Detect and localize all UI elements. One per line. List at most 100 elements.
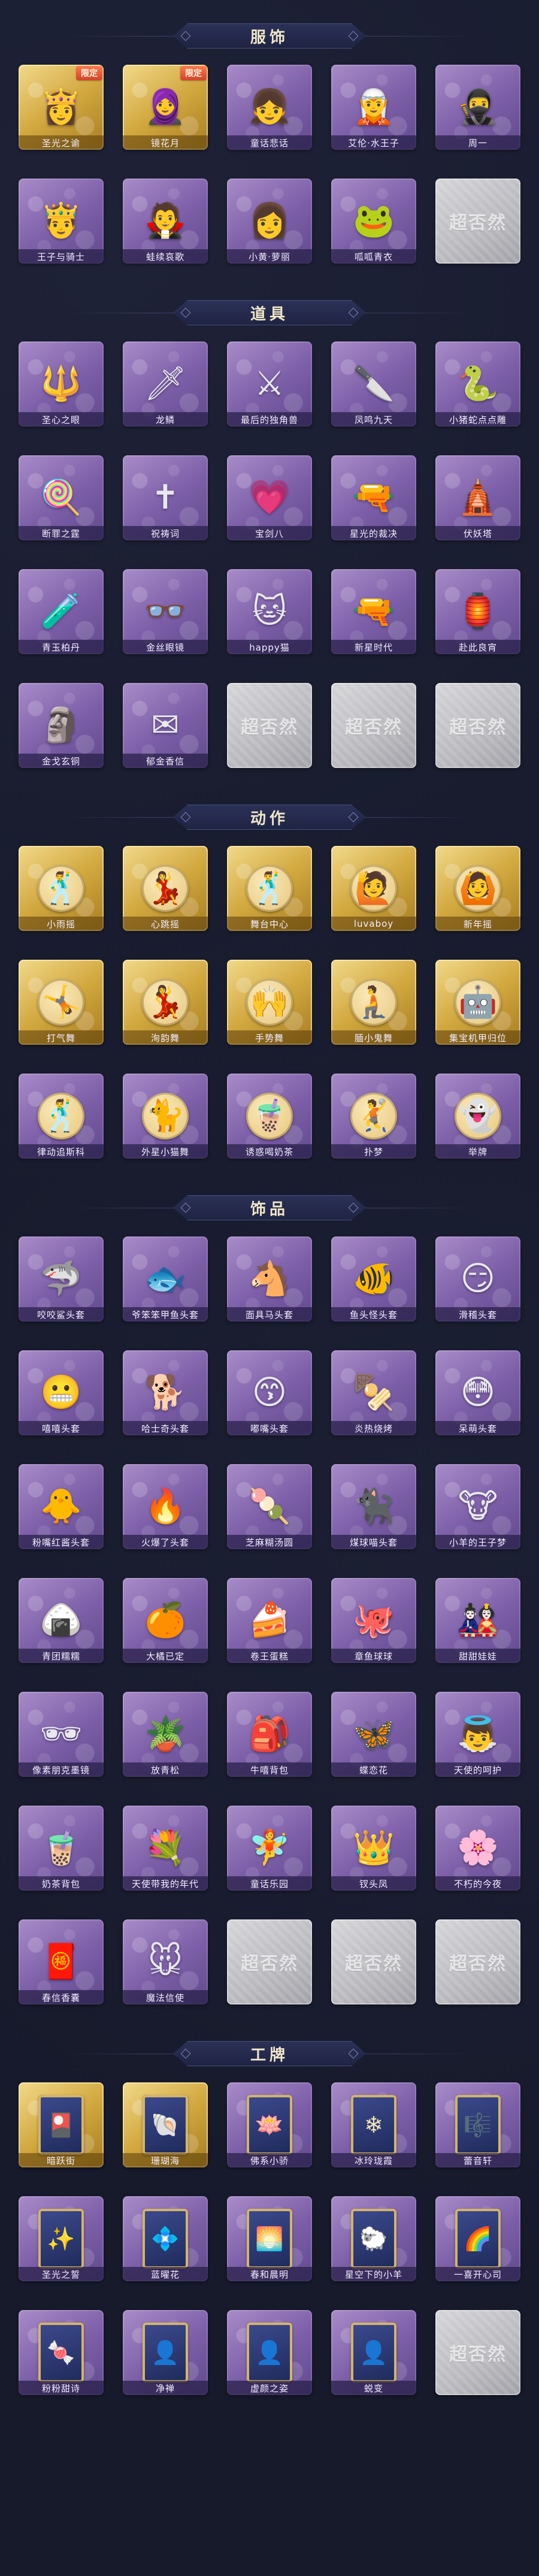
item-card[interactable]: 🐈‍⬛ 煤球喵头套 [331, 1464, 416, 1549]
item-card[interactable]: 🤸 打气舞 [19, 960, 104, 1045]
collection-item[interactable]: ⚔ 最后的独角兽 [227, 341, 312, 443]
item-card[interactable]: 💃 洵韵舞 [123, 960, 208, 1045]
item-card[interactable]: 🔫 新星时代 [331, 569, 416, 654]
item-card[interactable]: 🐱 happy猫 [227, 569, 312, 654]
collection-item[interactable]: 😏 滑稽头套 [435, 1236, 520, 1338]
item-card[interactable]: 👤 净禅 [123, 2310, 208, 2395]
collection-item[interactable]: 🐥 粉嘴红酱头套 [19, 1464, 104, 1566]
item-card[interactable]: 💃 心跳摇 [123, 846, 208, 931]
collection-item[interactable]: 👼 天使的呵护 [435, 1692, 520, 1794]
collection-item[interactable]: 🍙 青团糯糯 [19, 1578, 104, 1680]
item-card[interactable]: 🧎 腼小鬼舞 [331, 960, 416, 1045]
item-card[interactable]: 🕶 像素朋克墨镜 [19, 1692, 104, 1777]
item-card[interactable]: 🧚 童话乐园 [227, 1806, 312, 1891]
item-card[interactable]: 😬 嘻嘻头套 [19, 1350, 104, 1435]
item-card[interactable]: ❄ 冰玲珑霞 [331, 2082, 416, 2167]
item-card[interactable]: 🎼 蕾音轩 [435, 2082, 520, 2167]
item-card[interactable]: 💐 天使带我的年代 [123, 1806, 208, 1891]
item-card[interactable]: 🕺 舞台中心 [227, 846, 312, 931]
collection-item[interactable]: 👸 限定 圣光之谕 [19, 65, 104, 167]
item-card[interactable]: 😙 嘟嘴头套 [227, 1350, 312, 1435]
item-card[interactable]: 🪴 放青松 [123, 1692, 208, 1777]
item-card[interactable]: 🍭 断罪之霆 [19, 455, 104, 540]
collection-item[interactable]: 🔫 星光的裁决 [331, 455, 416, 557]
item-card[interactable]: 🐚 珊瑚海 [123, 2082, 208, 2167]
item-card[interactable]: 🔥 火爆了头套 [123, 1464, 208, 1549]
collection-item[interactable]: 😳 呆萌头套 [435, 1350, 520, 1452]
item-card[interactable]: 👓 金丝眼镜 [123, 569, 208, 654]
collection-item[interactable]: 超否然 [227, 683, 312, 785]
collection-item[interactable]: 超否然 [435, 683, 520, 785]
item-card[interactable]: 🗿 金戈玄铜 [19, 683, 104, 768]
item-card[interactable]: 🍡 芝麻糊汤圆 [227, 1464, 312, 1549]
item-card[interactable]: 🧛 蛙续哀歌 [123, 179, 208, 264]
item-card[interactable]: 🏮 赴此良宵 [435, 569, 520, 654]
item-card[interactable]: 🍙 青团糯糯 [19, 1578, 104, 1663]
collection-item[interactable]: 🐈 外星小猫舞 [123, 1074, 208, 1175]
item-card[interactable]: 🐴 面具马头套 [227, 1236, 312, 1322]
collection-item[interactable]: 🤾 扑梦 [331, 1074, 416, 1175]
collection-item[interactable]: 🙌 手势舞 [227, 960, 312, 1062]
collection-item[interactable]: ✝ 祝祷词 [123, 455, 208, 557]
collection-item[interactable]: 🌸 不朽的今夜 [435, 1806, 520, 1907]
item-card[interactable]: 🐥 粉嘴红酱头套 [19, 1464, 104, 1549]
item-card[interactable]: 🧝 艾伦·水王子 [331, 65, 416, 150]
item-card[interactable]: 超否然 [435, 683, 520, 768]
collection-item[interactable]: 🛕 伏妖塔 [435, 455, 520, 557]
collection-item[interactable]: 超否然 [227, 1919, 312, 2021]
collection-item[interactable]: 🧋 奶茶背包 [19, 1806, 104, 1907]
item-card[interactable]: 超否然 [331, 683, 416, 768]
collection-item[interactable]: 👩 小黄·萝丽 [227, 179, 312, 280]
collection-item[interactable]: 🤸 打气舞 [19, 960, 104, 1062]
item-card[interactable]: 🎴 暗跃街 [19, 2082, 104, 2167]
collection-item[interactable]: 🐈‍⬛ 煤球喵头套 [331, 1464, 416, 1566]
item-card[interactable]: 超否然 [227, 1919, 312, 2004]
item-card[interactable]: 🔪 凤鸣九天 [331, 341, 416, 427]
collection-item[interactable]: 🐍 小猪蛇点点雕 [435, 341, 520, 443]
collection-item[interactable]: 🤖 集宝机甲归位 [435, 960, 520, 1062]
collection-item[interactable]: 🕺 小雨摇 [19, 846, 104, 948]
collection-item[interactable]: 🧕 限定 镜花月 [123, 65, 208, 167]
item-card[interactable]: 🍬 粉粉甜诗 [19, 2310, 104, 2395]
collection-item[interactable]: 🍢 炎热烧烤 [331, 1350, 416, 1452]
item-card[interactable]: 🌅 春和晨明 [227, 2196, 312, 2281]
item-card[interactable]: 🧋 诱惑喝奶茶 [227, 1074, 312, 1159]
item-card[interactable]: 👑 钗头凤 [331, 1806, 416, 1891]
item-card[interactable]: 💠 蓝曜花 [123, 2196, 208, 2281]
collection-item[interactable]: 🦈 咬咬鲨头套 [19, 1236, 104, 1338]
collection-item[interactable]: 🍰 卷王蛋糕 [227, 1578, 312, 1680]
collection-item[interactable]: 🪷 佛系小骄 [227, 2082, 312, 2184]
collection-item[interactable]: 超否然 [435, 1919, 520, 2021]
collection-item[interactable]: 🤴 王子与骑士 [19, 179, 104, 280]
collection-item[interactable]: 🍬 粉粉甜诗 [19, 2310, 104, 2412]
collection-item[interactable]: 🧚 童话乐园 [227, 1806, 312, 1907]
collection-item[interactable]: 🥷 周一 [435, 65, 520, 167]
collection-item[interactable]: 🧎 腼小鬼舞 [331, 960, 416, 1062]
item-card[interactable]: 超否然 [227, 683, 312, 768]
item-card[interactable]: 👼 天使的呵护 [435, 1692, 520, 1777]
collection-item[interactable]: 🐙 章鱼球球 [331, 1578, 416, 1680]
collection-item[interactable]: 🐠 鱼头怪头套 [331, 1236, 416, 1338]
item-card[interactable]: 🧋 奶茶背包 [19, 1806, 104, 1891]
collection-item[interactable]: 超否然 [331, 683, 416, 785]
item-card[interactable]: 🔫 星光的裁决 [331, 455, 416, 540]
item-card[interactable]: 🙋 luvaboy [331, 846, 416, 931]
collection-item[interactable]: 🔫 新星时代 [331, 569, 416, 671]
item-card[interactable]: 💗 宝剑八 [227, 455, 312, 540]
item-card[interactable]: 😳 呆萌头套 [435, 1350, 520, 1435]
collection-item[interactable]: 超否然 [435, 179, 520, 280]
item-card[interactable]: 🎒 牛嘻背包 [227, 1692, 312, 1777]
item-card[interactable]: 🤴 王子与骑士 [19, 179, 104, 264]
item-card[interactable]: 🐙 章鱼球球 [331, 1578, 416, 1663]
collection-item[interactable]: 🐭 魔法信使 [123, 1919, 208, 2021]
collection-item[interactable]: 🗡 龙鳞 [123, 341, 208, 443]
collection-item[interactable]: 💐 天使带我的年代 [123, 1806, 208, 1907]
collection-item[interactable]: ✨ 圣光之誓 [19, 2196, 104, 2298]
item-card[interactable]: 🔱 圣心之眼 [19, 341, 104, 427]
collection-item[interactable]: 🧝 艾伦·水王子 [331, 65, 416, 167]
item-card[interactable]: 🧕 限定 镜花月 [123, 65, 208, 150]
item-card[interactable]: 🙌 手势舞 [227, 960, 312, 1045]
collection-item[interactable]: 🌈 一喜开心司 [435, 2196, 520, 2298]
item-card[interactable]: 🐭 魔法信使 [123, 1919, 208, 2004]
item-card[interactable]: 🐟 爷笨笨甲鱼头套 [123, 1236, 208, 1322]
